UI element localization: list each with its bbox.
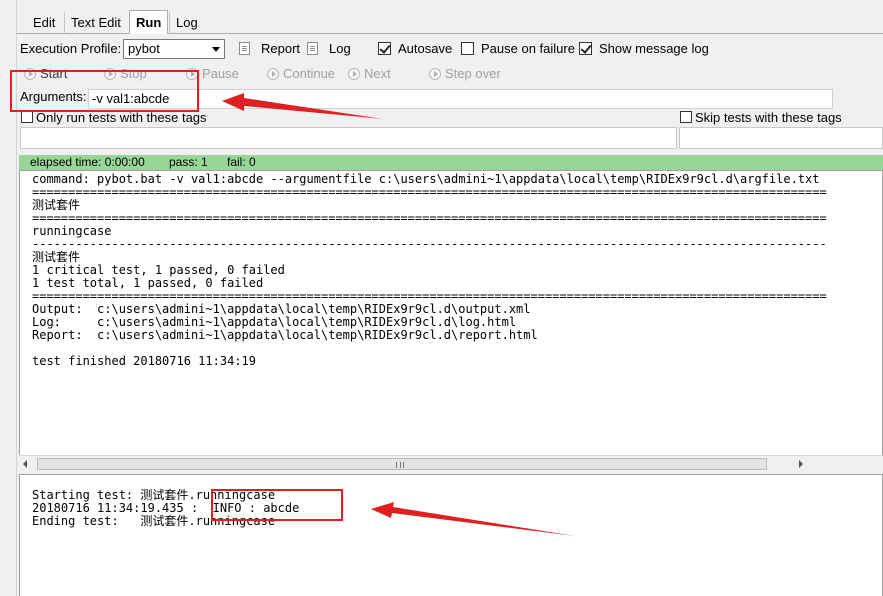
log-file-icon <box>307 42 318 55</box>
log-link[interactable]: Log <box>329 41 351 56</box>
report-file-icon <box>239 42 250 55</box>
execution-profile-value: pybot <box>128 41 160 56</box>
autosave-checkbox[interactable] <box>378 42 391 55</box>
show-message-log-label: Show message log <box>599 41 709 56</box>
execution-profile-row: Execution Profile: pybot Report Log Auto… <box>17 37 883 61</box>
arguments-input[interactable]: -v val1:abcde <box>88 89 833 109</box>
execution-profile-label: Execution Profile: <box>20 41 122 56</box>
continue-button[interactable]: Continue <box>267 66 335 81</box>
pause-label: Pause <box>202 66 239 81</box>
only-run-tags-label: Only run tests with these tags <box>36 110 207 125</box>
only-run-tags-checkbox[interactable] <box>21 111 33 123</box>
run-status-bar: elapsed time: 0:00:00 pass: 1 fail: 0 <box>19 155 883 170</box>
step-over-label: Step over <box>445 66 501 81</box>
elapsed-time: elapsed time: 0:00:00 <box>30 155 145 169</box>
skip-tags-checkbox[interactable] <box>680 111 692 123</box>
skip-tags-label: Skip tests with these tags <box>695 110 842 125</box>
chevron-down-icon <box>212 47 220 52</box>
fail-count: fail: 0 <box>227 155 256 169</box>
console-horizontal-scrollbar[interactable] <box>19 455 883 471</box>
only-run-tags-input[interactable] <box>20 127 677 149</box>
tab-text-edit[interactable]: Text Edit <box>64 12 127 34</box>
scroll-left-icon[interactable] <box>23 460 27 468</box>
editor-tab-bar: Edit Text Edit Run Log <box>17 0 883 34</box>
console-output[interactable]: command: pybot.bat -v val1:abcde --argum… <box>19 170 883 470</box>
scrollbar-thumb[interactable] <box>37 458 767 470</box>
pause-on-failure-label: Pause on failure <box>481 41 575 56</box>
skip-tags-panel: Skip tests with these tags <box>679 110 883 150</box>
step-over-icon <box>429 68 441 80</box>
continue-label: Continue <box>283 66 336 81</box>
autosave-label: Autosave <box>398 41 453 56</box>
next-button[interactable]: Next <box>348 66 391 81</box>
info-highlight-box <box>211 489 343 521</box>
tab-run[interactable]: Run <box>129 10 169 34</box>
pause-on-failure-checkbox[interactable] <box>461 42 474 55</box>
show-message-log-checkbox[interactable] <box>579 42 592 55</box>
pass-count: pass: 1 <box>169 155 208 169</box>
arguments-highlight-box <box>10 70 199 112</box>
message-log[interactable]: Starting test: 测试套件.runningcase 20180716… <box>19 474 883 596</box>
report-link[interactable]: Report <box>261 41 300 56</box>
tab-log[interactable]: Log <box>169 12 204 34</box>
next-label: Next <box>364 66 391 81</box>
skip-tags-input[interactable] <box>679 127 883 149</box>
next-icon <box>348 68 360 80</box>
scroll-right-icon[interactable] <box>799 460 803 468</box>
grip-icon <box>396 462 404 468</box>
step-over-button[interactable]: Step over <box>429 66 501 81</box>
continue-icon <box>267 68 279 80</box>
tab-edit[interactable]: Edit <box>27 12 61 34</box>
console-text: command: pybot.bat -v val1:abcde --argum… <box>32 172 827 368</box>
only-run-tags-panel: Only run tests with these tags <box>20 110 677 150</box>
execution-profile-select[interactable]: pybot <box>123 39 225 59</box>
